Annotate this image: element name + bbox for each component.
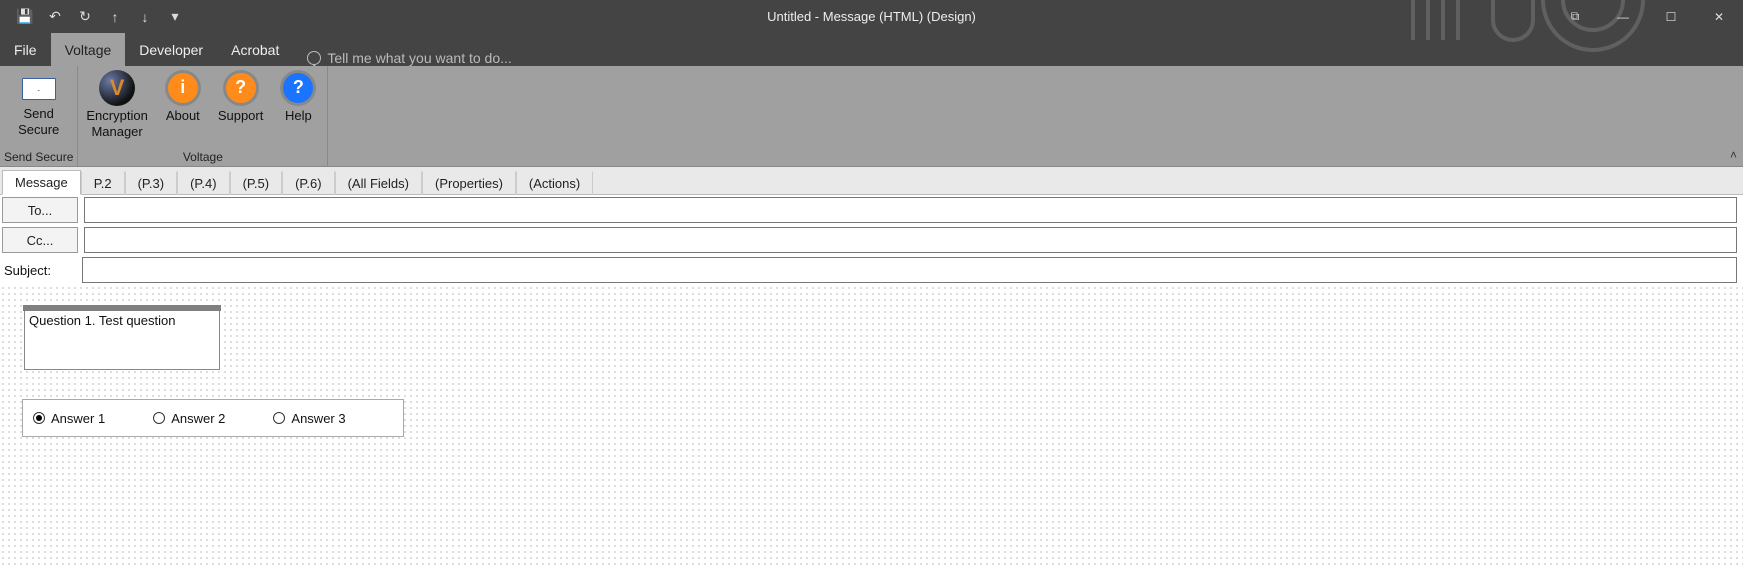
radio-icon	[33, 412, 45, 424]
quick-access-toolbar: 💾 ↶ ↻ ↑ ↓ ▾	[0, 0, 190, 33]
send-secure-label-1: Send	[24, 106, 54, 122]
ribbon-group-label-send-secure: Send Secure	[4, 148, 73, 166]
tell-me-search[interactable]: Tell me what you want to do...	[293, 50, 511, 66]
page-tab-p6[interactable]: (P.6)	[282, 171, 335, 195]
cc-button[interactable]: Cc...	[2, 227, 78, 253]
support-label: Support	[218, 108, 264, 124]
maximize-button[interactable]: ☐	[1647, 0, 1695, 33]
collapse-ribbon-icon[interactable]: ˄	[1730, 148, 1737, 162]
radio-icon	[153, 412, 165, 424]
ribbon: Send Secure Send Secure V Encryption Man…	[0, 66, 1743, 167]
question-label-control[interactable]: Question 1. Test question	[24, 310, 220, 370]
form-page-tabs: Message P.2 (P.3) (P.4) (P.5) (P.6) (All…	[0, 167, 1743, 195]
radio-label-3: Answer 3	[291, 411, 345, 426]
encryption-manager-label-2: Manager	[91, 124, 142, 140]
qat-more-icon[interactable]: ▾	[160, 0, 190, 33]
encryption-manager-button[interactable]: V Encryption Manager	[82, 70, 151, 139]
radio-option-3[interactable]: Answer 3	[273, 411, 345, 426]
help-button[interactable]: ? Help	[273, 70, 323, 124]
tab-voltage[interactable]: Voltage	[51, 33, 126, 66]
move-up-icon[interactable]: ↑	[100, 0, 130, 33]
to-input[interactable]	[84, 197, 1737, 223]
encryption-manager-label-1: Encryption	[86, 108, 147, 124]
info-icon: i	[165, 70, 201, 106]
page-tab-p2[interactable]: P.2	[81, 171, 125, 195]
cc-input[interactable]	[84, 227, 1737, 253]
page-tab-message[interactable]: Message	[2, 170, 81, 195]
tab-file[interactable]: File	[0, 33, 51, 66]
send-secure-button[interactable]: Send Secure	[14, 70, 64, 137]
message-header-fields: To... Cc... Subject:	[0, 195, 1743, 285]
help-label: Help	[285, 108, 312, 124]
radio-label-2: Answer 2	[171, 411, 225, 426]
ribbon-group-voltage: V Encryption Manager i About ? Support ?…	[78, 66, 328, 166]
undo-icon[interactable]: ↶	[40, 0, 70, 33]
radio-label-1: Answer 1	[51, 411, 105, 426]
page-tab-p3[interactable]: (P.3)	[125, 171, 178, 195]
to-button[interactable]: To...	[2, 197, 78, 223]
radio-icon	[273, 412, 285, 424]
help-icon: ?	[280, 70, 316, 106]
page-tab-properties[interactable]: (Properties)	[422, 171, 516, 195]
title-bar: 💾 ↶ ↻ ↑ ↓ ▾ Untitled - Message (HTML) (D…	[0, 0, 1743, 33]
close-button[interactable]: ✕	[1695, 0, 1743, 33]
tab-acrobat[interactable]: Acrobat	[217, 33, 293, 66]
support-icon: ?	[223, 70, 259, 106]
page-tab-all-fields[interactable]: (All Fields)	[335, 171, 422, 195]
answer-radio-group[interactable]: Answer 1 Answer 2 Answer 3	[22, 399, 404, 437]
page-tab-p4[interactable]: (P.4)	[177, 171, 230, 195]
ribbon-group-label-voltage: Voltage	[183, 148, 223, 166]
about-label: About	[166, 108, 200, 124]
ribbon-group-send-secure: Send Secure Send Secure	[0, 66, 78, 166]
voltage-logo-icon: V	[99, 70, 135, 106]
window-controls: ⧉ — ☐ ✕	[1551, 0, 1743, 33]
about-button[interactable]: i About	[158, 70, 208, 124]
page-tab-actions[interactable]: (Actions)	[516, 171, 593, 195]
subject-label: Subject:	[0, 255, 76, 285]
page-tab-p5[interactable]: (P.5)	[230, 171, 283, 195]
radio-option-2[interactable]: Answer 2	[153, 411, 225, 426]
save-icon[interactable]: 💾	[10, 0, 40, 33]
subject-input[interactable]	[82, 257, 1737, 283]
window-title: Untitled - Message (HTML) (Design)	[767, 9, 976, 24]
ribbon-tabs: File Voltage Developer Acrobat Tell me w…	[0, 33, 1743, 66]
form-design-surface[interactable]: Question 1. Test question Answer 1 Answe…	[0, 285, 1743, 569]
tell-me-placeholder: Tell me what you want to do...	[327, 50, 511, 66]
radio-option-1[interactable]: Answer 1	[33, 411, 105, 426]
question-text: Question 1. Test question	[29, 313, 175, 328]
envelope-icon	[22, 78, 56, 100]
move-down-icon[interactable]: ↓	[130, 0, 160, 33]
minimize-button[interactable]: —	[1599, 0, 1647, 33]
redo-icon[interactable]: ↻	[70, 0, 100, 33]
support-button[interactable]: ? Support	[214, 70, 268, 124]
ribbon-display-options-icon[interactable]: ⧉	[1551, 0, 1599, 33]
send-secure-label-2: Secure	[18, 122, 59, 138]
lightbulb-icon	[307, 51, 321, 65]
tab-developer[interactable]: Developer	[125, 33, 217, 66]
